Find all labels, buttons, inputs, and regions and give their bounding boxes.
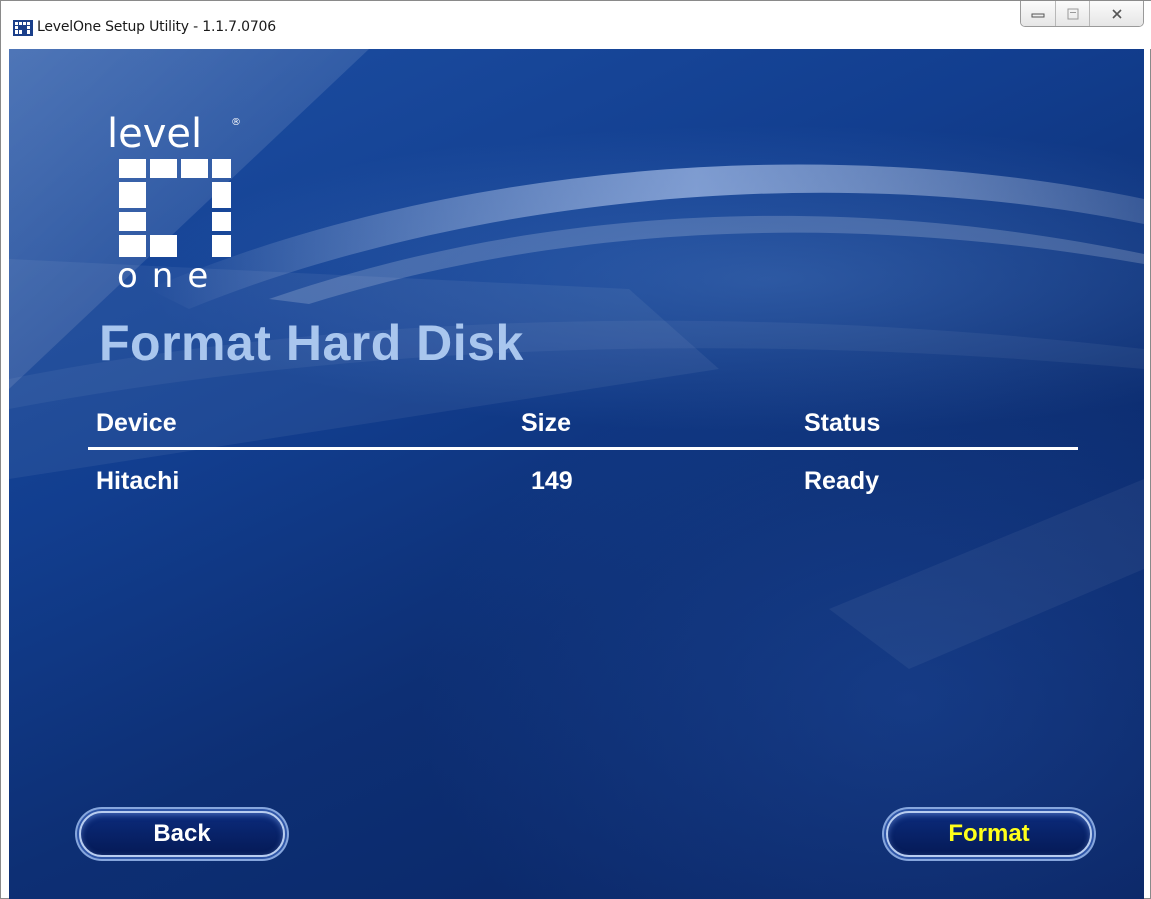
format-button[interactable]: Format <box>886 811 1092 857</box>
header-divider <box>88 447 1078 450</box>
maximize-icon <box>1067 8 1078 19</box>
levelone-app-icon <box>13 20 33 36</box>
page-title: Format Hard Disk <box>99 315 524 371</box>
device-cell[interactable]: Hitachi <box>96 467 179 496</box>
column-header-size: Size <box>521 409 572 437</box>
minimize-button[interactable] <box>1021 1 1055 26</box>
window-title: LevelOne Setup Utility - 1.1.7.0706 <box>37 19 276 35</box>
title-bar: LevelOne Setup Utility - 1.1.7.0706 <box>1 1 1151 49</box>
maximize-button[interactable] <box>1055 1 1089 26</box>
levelone-logo: level ® one <box>107 109 252 299</box>
size-cell[interactable]: 149 <box>531 467 573 496</box>
setup-window: LevelOne Setup Utility - 1.1.7.0706 leve… <box>0 0 1151 899</box>
levelone-logo-mark: level ® one <box>107 111 241 296</box>
logo-bottom-text: one <box>117 256 222 294</box>
back-button[interactable]: Back <box>79 811 285 857</box>
logo-top-text: level <box>107 111 202 157</box>
close-icon <box>1111 8 1122 19</box>
close-button[interactable] <box>1089 1 1143 26</box>
window-controls <box>1020 1 1144 27</box>
main-panel: level ® one Format Hard Disk Device Size… <box>9 49 1144 899</box>
column-header-status: Status <box>804 409 881 437</box>
column-header-device: Device <box>96 409 177 437</box>
status-cell[interactable]: Ready <box>804 467 879 496</box>
logo-registered-mark: ® <box>231 117 241 128</box>
minimize-icon <box>1031 13 1045 17</box>
